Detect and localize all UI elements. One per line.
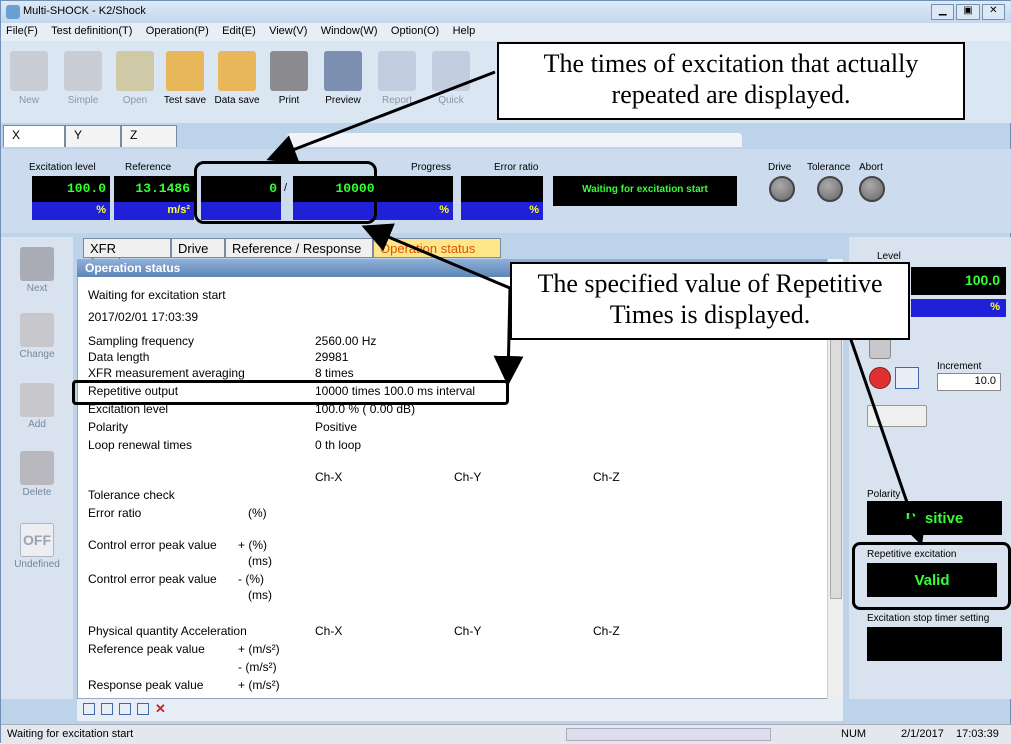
arrow-to-repeat-count [266,70,496,164]
callout-actual-repeats: The times of excitation that actually re… [497,42,965,120]
arrow-to-repetitive-excitation [838,307,927,546]
callout-specified-repeats: The specified value of Repetitive Times … [510,262,910,340]
arrow-to-repeat-total [361,223,511,290]
